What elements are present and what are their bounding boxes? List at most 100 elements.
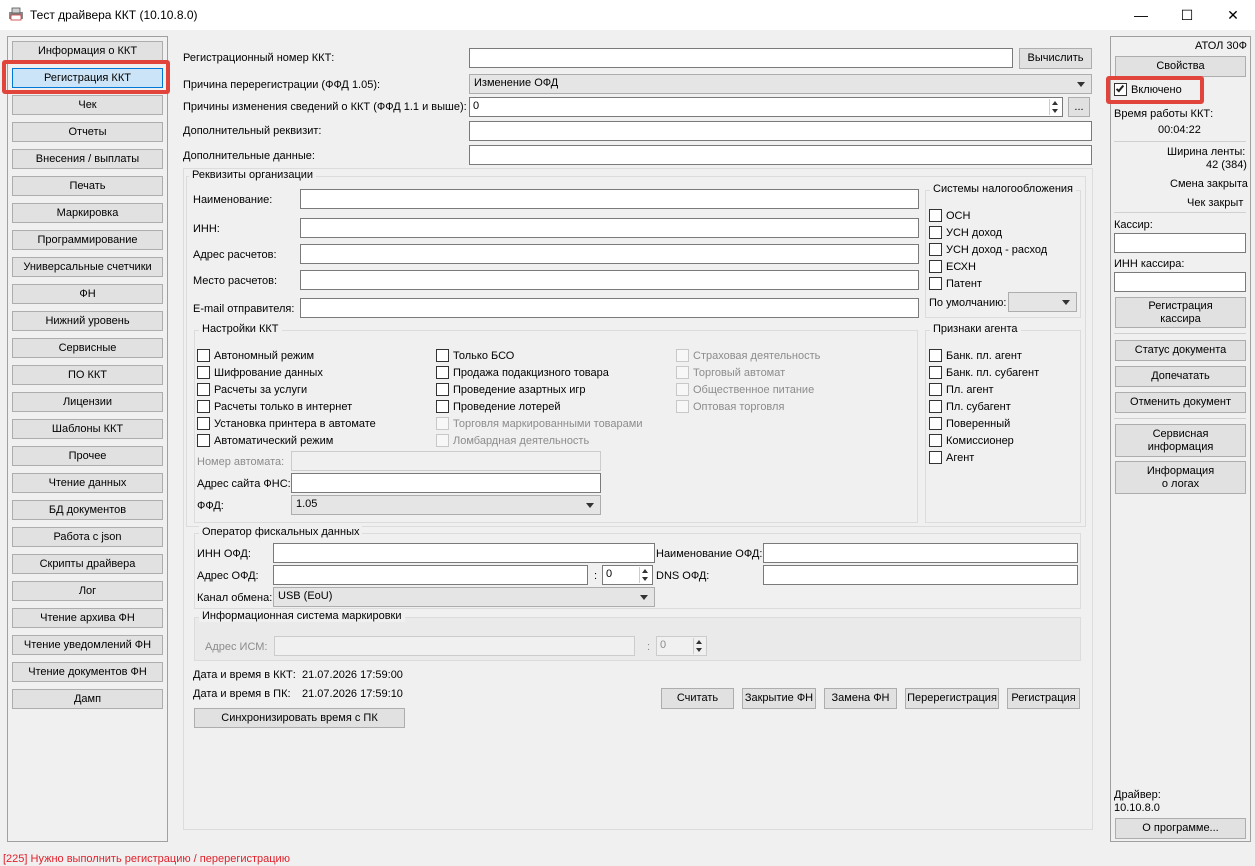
- org-email-input[interactable]: [300, 298, 919, 318]
- checkbox-box[interactable]: [436, 400, 449, 413]
- sidebar-item[interactable]: Сервисные: [12, 338, 163, 358]
- checkbox-box[interactable]: [197, 366, 210, 379]
- registration-button[interactable]: Регистрация: [1007, 688, 1080, 709]
- checkbox-box[interactable]: [197, 349, 210, 362]
- checkbox-item[interactable]: УСН доход: [929, 226, 1002, 239]
- checkbox-box[interactable]: [436, 349, 449, 362]
- checkbox-item[interactable]: Пл. субагент: [929, 400, 1011, 413]
- sidebar-item[interactable]: ФН: [12, 284, 163, 304]
- cashier-inn-input[interactable]: [1114, 272, 1246, 292]
- checkbox-item[interactable]: Проведение азартных игр: [436, 383, 586, 396]
- checkbox-item[interactable]: ОСН: [929, 209, 970, 222]
- checkbox-item[interactable]: Комиссионер: [929, 434, 1014, 447]
- sidebar-item[interactable]: Скрипты драйвера: [12, 554, 163, 574]
- checkbox-box[interactable]: [929, 226, 942, 239]
- checkbox-box[interactable]: [929, 277, 942, 290]
- checkbox-box[interactable]: [436, 366, 449, 379]
- checkbox-box[interactable]: [197, 383, 210, 396]
- cancel-document-button[interactable]: Отменить документ: [1115, 392, 1246, 413]
- checkbox-box[interactable]: [436, 383, 449, 396]
- reprint-button[interactable]: Допечатать: [1115, 366, 1246, 387]
- read-button[interactable]: Считать: [661, 688, 734, 709]
- checkbox-box[interactable]: [929, 434, 942, 447]
- sidebar-item[interactable]: Программирование: [12, 230, 163, 250]
- close-button[interactable]: ✕: [1210, 0, 1255, 30]
- checkbox-item[interactable]: Банк. пл. субагент: [929, 366, 1039, 379]
- tax-default-select[interactable]: [1008, 292, 1077, 312]
- cashier-input[interactable]: [1114, 233, 1246, 253]
- sidebar-item[interactable]: Прочее: [12, 446, 163, 466]
- ofd-port-input[interactable]: 0: [602, 565, 653, 585]
- sidebar-item[interactable]: Информация о ККТ: [12, 41, 163, 61]
- ofd-address-input[interactable]: [273, 565, 588, 585]
- change-reasons-input[interactable]: 0: [469, 97, 1063, 117]
- sidebar-item[interactable]: Чтение документов ФН: [12, 662, 163, 682]
- sidebar-item[interactable]: Шаблоны ККТ: [12, 419, 163, 439]
- ofd-name-input[interactable]: [763, 543, 1078, 563]
- service-info-button[interactable]: Сервисная информация: [1115, 424, 1246, 457]
- document-status-button[interactable]: Статус документа: [1115, 340, 1246, 361]
- checkbox-item[interactable]: Только БСО: [436, 349, 514, 362]
- checkbox-item[interactable]: Пл. агент: [929, 383, 994, 396]
- checkbox-box[interactable]: [929, 400, 942, 413]
- checkbox-box[interactable]: [197, 417, 210, 430]
- checkbox-item[interactable]: Агент: [929, 451, 974, 464]
- sidebar-item[interactable]: Чтение уведомлений ФН: [12, 635, 163, 655]
- sync-time-button[interactable]: Синхронизировать время с ПК: [194, 708, 405, 728]
- org-inn-input[interactable]: [300, 218, 919, 238]
- sidebar-item[interactable]: Дамп: [12, 689, 163, 709]
- checkbox-box[interactable]: [929, 243, 942, 256]
- fns-site-input[interactable]: [291, 473, 601, 493]
- minimize-button[interactable]: —: [1118, 0, 1164, 30]
- rereg-reason-select[interactable]: Изменение ОФД: [469, 74, 1092, 94]
- maximize-button[interactable]: ☐: [1164, 0, 1210, 30]
- register-cashier-button[interactable]: Регистрация кассира: [1115, 297, 1246, 328]
- sidebar-item[interactable]: Лог: [12, 581, 163, 601]
- sidebar-item[interactable]: Работа с json: [12, 527, 163, 547]
- checkbox-box[interactable]: [197, 400, 210, 413]
- sidebar-item[interactable]: Универсальные счетчики: [12, 257, 163, 277]
- checkbox-item[interactable]: Проведение лотерей: [436, 400, 561, 413]
- log-info-button[interactable]: Информация о логах: [1115, 461, 1246, 494]
- checkbox-box[interactable]: [929, 260, 942, 273]
- checkbox-item[interactable]: Поверенный: [929, 417, 1010, 430]
- org-place-input[interactable]: [300, 270, 919, 290]
- sidebar-item[interactable]: ПО ККТ: [12, 365, 163, 385]
- checkbox-item[interactable]: Продажа подакцизного товара: [436, 366, 609, 379]
- ffd-select[interactable]: 1.05: [291, 495, 601, 515]
- sidebar-item[interactable]: Чтение данных: [12, 473, 163, 493]
- checkbox-box[interactable]: [929, 366, 942, 379]
- org-name-input[interactable]: [300, 189, 919, 209]
- replace-fn-button[interactable]: Замена ФН: [824, 688, 897, 709]
- ellipsis-button[interactable]: ...: [1068, 97, 1090, 117]
- calculate-button[interactable]: Вычислить: [1019, 48, 1092, 69]
- sidebar-item[interactable]: Лицензии: [12, 392, 163, 412]
- channel-select[interactable]: USB (EoU): [273, 587, 655, 607]
- checkbox-item[interactable]: Расчеты за услуги: [197, 383, 307, 396]
- about-button[interactable]: О программе...: [1115, 818, 1246, 839]
- checkbox-box[interactable]: [929, 451, 942, 464]
- ofd-dns-input[interactable]: [763, 565, 1078, 585]
- checkbox-box[interactable]: [929, 349, 942, 362]
- checkbox-item[interactable]: Автоматический режим: [197, 434, 333, 447]
- spin-arrows-icon[interactable]: [1049, 99, 1061, 115]
- close-fn-button[interactable]: Закрытие ФН: [742, 688, 816, 709]
- sidebar-item[interactable]: Отчеты: [12, 122, 163, 142]
- checkbox-item[interactable]: Шифрование данных: [197, 366, 323, 379]
- spin-arrows-icon[interactable]: [639, 567, 651, 583]
- reregistration-button[interactable]: Перерегистрация: [905, 688, 999, 709]
- checkbox-box[interactable]: [929, 383, 942, 396]
- checkbox-item[interactable]: Автономный режим: [197, 349, 314, 362]
- checkbox-item[interactable]: УСН доход - расход: [929, 243, 1047, 256]
- checkbox-item[interactable]: Патент: [929, 277, 982, 290]
- checkbox-item[interactable]: Банк. пл. агент: [929, 349, 1022, 362]
- properties-button[interactable]: Свойства: [1115, 56, 1246, 77]
- sidebar-item[interactable]: Чек: [12, 95, 163, 115]
- checkbox-box[interactable]: [929, 209, 942, 222]
- sidebar-item[interactable]: Чтение архива ФН: [12, 608, 163, 628]
- additional-req-input[interactable]: [469, 121, 1092, 141]
- checkbox-item[interactable]: Расчеты только в интернет: [197, 400, 352, 413]
- org-address-input[interactable]: [300, 244, 919, 264]
- sidebar-item[interactable]: БД документов: [12, 500, 163, 520]
- sidebar-item[interactable]: Нижний уровень: [12, 311, 163, 331]
